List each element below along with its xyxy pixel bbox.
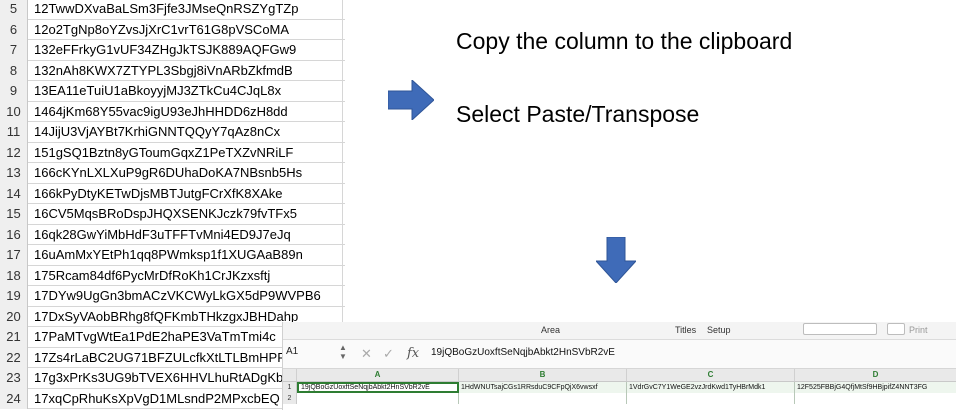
address-cell[interactable]: 16CV5MqsBRoDspJHQXSENKJczk79fvTFx5	[34, 204, 297, 225]
address-cell[interactable]: 132nAh8KWX7ZTYPL3Sbgj8iVnARbZkfmdB	[34, 61, 293, 82]
row-number[interactable]: 15	[0, 204, 28, 225]
table-row: 17 16uAmMxYEtPh1qq8PWmksp1f1XUGAaB89n	[0, 245, 345, 266]
address-cell[interactable]: 132eFFrkyG1vUF34ZHgJkTSJK889AQFGw9	[34, 40, 296, 61]
address-cell[interactable]: 166cKYnLXLXuP9gR6DUhaDoKA7NBsnb5Hs	[34, 163, 302, 184]
arrow-down-icon	[596, 237, 636, 283]
table-row: 1 19jQBoGzUoxftSeNqjbAbkt2HnSVbR2vE 1HdWNU…	[283, 382, 956, 393]
address-cell[interactable]: 17Zs4rLaBC2UG71BFZULcfkXtLTLBmHPP	[34, 348, 286, 369]
address-cell[interactable]: 16uAmMxYEtPh1qq8PWmksp1f1XUGAaB89n	[34, 245, 303, 266]
ribbon-page-setup-button[interactable]: Setup	[707, 325, 731, 335]
data-cell[interactable]: 12F525FBBjG4QfjMtSf9HBjpifZ4NNT3FG	[795, 382, 956, 393]
row-number[interactable]: 19	[0, 286, 28, 307]
name-box[interactable]: A1	[286, 346, 332, 357]
ribbon: Area Titles Setup Print	[283, 322, 956, 340]
column-header-c[interactable]: C	[627, 369, 795, 381]
table-row: 9 13EA11eTuiU1aBkoyyjMJ3ZTkCu4CJqL8x	[0, 81, 345, 102]
table-row: 2	[283, 393, 956, 404]
table-row: 14 166kPyDtyKETwDjsMBTJutgFCrXfK8XAke	[0, 183, 345, 205]
selected-cell[interactable]: 19jQBoGzUoxftSeNqjbAbkt2HnSVbR2vE	[297, 382, 459, 393]
row-number[interactable]: 1	[283, 382, 297, 393]
row-number[interactable]: 14	[0, 183, 28, 204]
data-cell[interactable]: 1VdrGvC7Y1WeGE2vzJrdKwd1TyHBrMdk1	[627, 382, 795, 393]
transposed-sheet: Area Titles Setup Print A1 ▲ ▼ ✕ ✓ fx 19j…	[282, 322, 956, 410]
row-number[interactable]: 20	[0, 306, 28, 327]
cancel-icon[interactable]: ✕	[361, 346, 372, 362]
address-cell[interactable]: 166kPyDtyKETwDjsMBTJutgFCrXfK8XAke	[34, 184, 283, 205]
address-cell[interactable]: 17DxSyVAobBRhg8fQFKmbTHkzgxJBHDahp	[34, 307, 298, 328]
table-row: 5 12TwwDXvaBaLSm3Fjfe3JMseQnRSZYgTZp	[0, 0, 345, 20]
address-cell[interactable]: 151gSQ1Bztn8yGToumGqxZ1PeTXZvNRiLF	[34, 143, 293, 164]
address-cell[interactable]: 12TwwDXvaBaLSm3Fjfe3JMseQnRSZYgTZp	[34, 0, 298, 20]
row-number[interactable]: 10	[0, 101, 28, 122]
column-header-row: ABCD	[283, 369, 956, 382]
table-row: 10 1464jKm68Y55vac9igU93eJhHHDD6zH8dd	[0, 101, 345, 123]
row-number[interactable]: 6	[0, 19, 28, 40]
table-row: 12 151gSQ1Bztn8yGToumGqxZ1PeTXZvNRiLF	[0, 142, 345, 164]
arrow-right-icon	[388, 80, 434, 120]
address-cell[interactable]: 1464jKm68Y55vac9igU93eJhHHDD6zH8dd	[34, 102, 288, 123]
table-row: 13 166cKYnLXLXuP9gR6DUhaDoKA7NBsnb5Hs	[0, 163, 345, 184]
ribbon-print-area-label[interactable]: Area	[541, 325, 560, 335]
row-number[interactable]: 17	[0, 245, 28, 266]
address-cell[interactable]: 17g3xPrKs3UG9bTVEX6HHVLhuRtADgKb	[34, 368, 283, 389]
ribbon-print-label[interactable]: Print	[909, 325, 928, 335]
row-number[interactable]: 7	[0, 40, 28, 61]
address-cell[interactable]: 14JijU3VjAYBt7KrhiGNNTQQyY7qAz8nCx	[34, 122, 280, 143]
check-icon[interactable]: ✓	[383, 346, 394, 362]
ribbon-print-titles-button[interactable]: Titles	[675, 325, 696, 335]
table-row: 18 175Rcam84df6PycMrDfRoKh1CrJKzxsftj	[0, 265, 345, 287]
data-cell[interactable]	[297, 393, 459, 404]
row-number[interactable]: 22	[0, 347, 28, 368]
row-number[interactable]: 12	[0, 142, 28, 163]
table-row: 19 17DYw9UgGn3bmACzVKCWyLkGX5dP9WVPB6	[0, 286, 345, 307]
select-all-corner[interactable]	[283, 369, 297, 381]
row-number[interactable]: 13	[0, 163, 28, 184]
name-box-stepper-icon[interactable]: ▲ ▼	[339, 343, 347, 361]
row-number[interactable]: 8	[0, 60, 28, 81]
row-number[interactable]: 24	[0, 388, 28, 409]
function-icon[interactable]: fx	[407, 346, 419, 361]
formula-input[interactable]: 19jQBoGzUoxftSeNqjbAbkt2HnSVbR2vE	[431, 347, 615, 358]
table-row: 6 12o2TgNp8oYZvsJjXrC1vrT61G8pVSCoMA	[0, 19, 345, 41]
table-row: 11 14JijU3VjAYBt7KrhiGNNTQQyY7qAz8nCx	[0, 122, 345, 143]
row-number[interactable]: 16	[0, 224, 28, 245]
instruction-paste-transpose: Select Paste/Transpose	[456, 101, 700, 127]
data-cell[interactable]	[627, 393, 795, 404]
column-header-a[interactable]: A	[297, 369, 459, 381]
row-number[interactable]: 11	[0, 122, 28, 143]
row-number[interactable]: 5	[0, 0, 28, 20]
address-cell[interactable]: 12o2TgNp8oYZvsJjXrC1vrT61G8pVSCoMA	[34, 20, 289, 41]
address-cell[interactable]: 17PaMTvgWtEa1PdE2haPE3VaTmTmi4c	[34, 327, 276, 348]
table-row: 15 16CV5MqsBRoDspJHQXSENKJczk79fvTFx5	[0, 204, 345, 225]
row-number[interactable]: 9	[0, 81, 28, 102]
table-row: 7 132eFFrkyG1vUF34ZHgJkTSJK889AQFGw9	[0, 40, 345, 61]
address-cell[interactable]: 17xqCpRhuKsXpVgD1MLsndP2MPxcbEQ	[34, 389, 280, 410]
ribbon-checkbox[interactable]	[887, 323, 905, 335]
row-number[interactable]: 18	[0, 265, 28, 286]
address-cell[interactable]: 13EA11eTuiU1aBkoyyjMJ3ZTkCu4CJqL8x	[34, 81, 281, 102]
address-cell[interactable]: 16qk28GwYiMbHdF3uTFFTvMni4ED9J7eJq	[34, 225, 291, 246]
table-row: 16 16qk28GwYiMbHdF3uTFFTvMni4ED9J7eJq	[0, 224, 345, 246]
address-cell[interactable]: 17DYw9UgGn3bmACzVKCWyLkGX5dP9WVPB6	[34, 286, 321, 307]
data-cell[interactable]	[795, 393, 956, 404]
column-header-d[interactable]: D	[795, 369, 956, 381]
column-header-b[interactable]: B	[459, 369, 627, 381]
row-number[interactable]: 21	[0, 327, 28, 348]
row-number[interactable]: 23	[0, 368, 28, 389]
row-number[interactable]: 2	[283, 393, 297, 404]
data-cell[interactable]: 1HdWNUTsajCGs1RRsduC9CFpQjX6vwsxf	[459, 382, 627, 393]
formula-bar: A1 ▲ ▼ ✕ ✓ fx 19jQBoGzUoxftSeNqjbAbkt2HnS…	[283, 340, 956, 369]
data-cell[interactable]	[459, 393, 627, 404]
address-cell[interactable]: 175Rcam84df6PycMrDfRoKh1CrJKzxsftj	[34, 266, 270, 287]
table-row: 8 132nAh8KWX7ZTYPL3Sbgj8iVnARbZkfmdB	[0, 60, 345, 82]
ribbon-dropdown[interactable]	[803, 323, 877, 335]
instruction-copy-column: Copy the column to the clipboard	[456, 28, 793, 54]
